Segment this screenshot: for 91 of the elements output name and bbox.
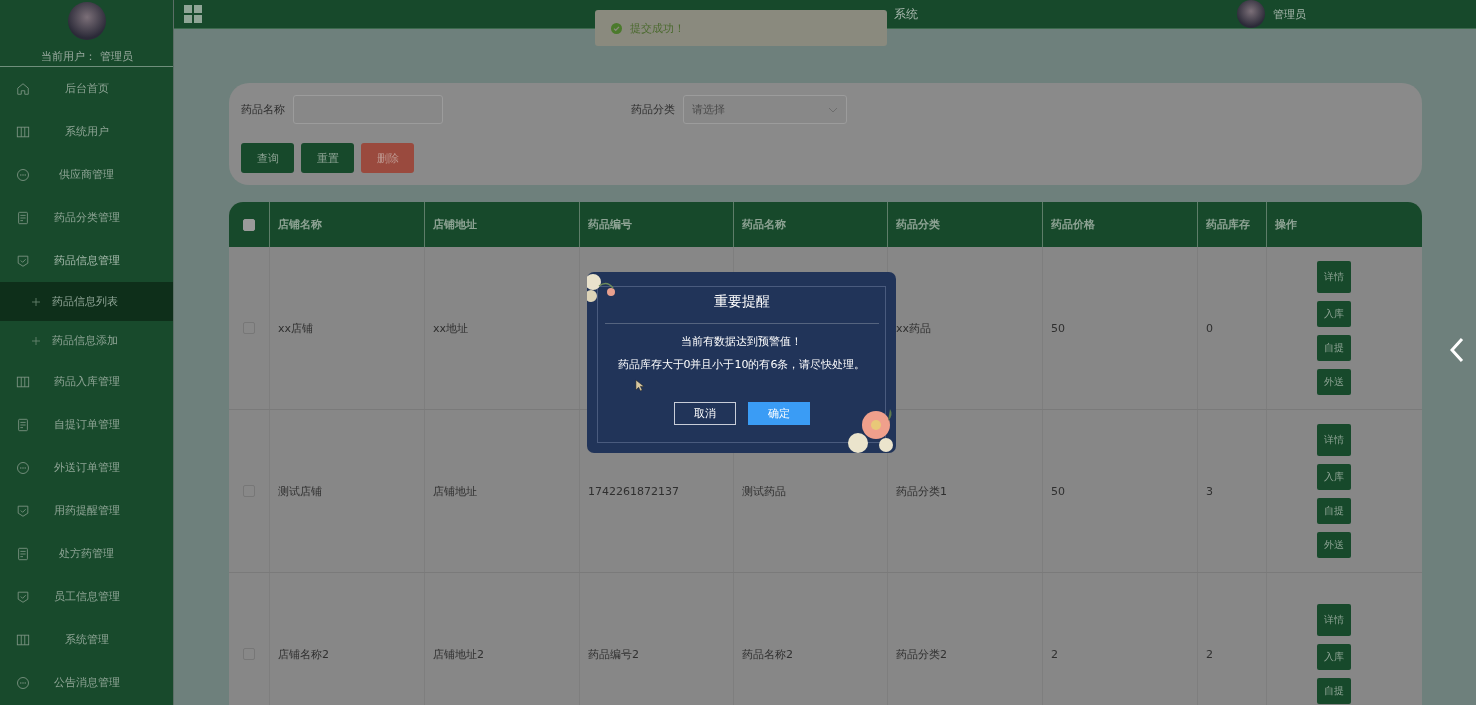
table-cell: 店铺地址2 [433, 646, 484, 662]
table-cell: 药品分类1 [896, 483, 947, 499]
table-cell: 50 [1051, 484, 1065, 498]
table-cell: 3 [1206, 484, 1213, 498]
column-header: 药品库存 [1197, 202, 1266, 247]
submenu-item[interactable]: 药品信息列表 [0, 282, 173, 321]
search-button[interactable]: 重置 [301, 143, 354, 173]
current-user-label: 当前用户： [40, 49, 96, 64]
field-label: 药品名称 [241, 102, 285, 117]
current-user-name: 管理员 [99, 49, 133, 64]
action-button[interactable]: 自提 [1317, 678, 1351, 704]
action-button[interactable]: 详情 [1317, 261, 1351, 293]
column-header: 操作 [1266, 202, 1421, 247]
table-cell: xx地址 [433, 320, 469, 336]
menu-item[interactable]: 公告消息管理 [0, 661, 173, 704]
menu-item[interactable]: 处方药管理 [0, 532, 173, 575]
chevron-down-icon [828, 106, 838, 113]
submenu-item[interactable]: 药品信息添加 [0, 321, 173, 360]
menu-item[interactable]: 药品分类管理 [0, 196, 173, 239]
menu-item[interactable]: 供应商管理 [0, 153, 173, 196]
home-icon [16, 81, 30, 96]
column-header: 药品名称 [733, 202, 887, 247]
menu-item[interactable]: 自提订单管理 [0, 403, 173, 446]
action-button[interactable]: 入库 [1317, 464, 1351, 490]
columns-icon [16, 632, 30, 647]
action-button[interactable]: 详情 [1317, 424, 1351, 456]
user-avatar[interactable] [1237, 0, 1265, 28]
chat-icon [16, 460, 30, 475]
table-cell: 测试店铺 [278, 483, 322, 499]
menu-item[interactable]: 系统管理 [0, 618, 173, 661]
action-button[interactable]: 外送 [1317, 369, 1351, 395]
menu-item[interactable]: 外送订单管理 [0, 446, 173, 489]
shield-icon [16, 589, 30, 604]
toast-message: 提交成功！ [630, 20, 685, 36]
shield-icon [16, 253, 30, 268]
app-title: 系统 [894, 5, 918, 23]
columns-icon [16, 374, 30, 389]
column-header: 药品分类 [887, 202, 1042, 247]
table-cell: 药品名称2 [742, 646, 793, 662]
chevron-left-icon[interactable] [1450, 337, 1464, 363]
dialog-message: 当前有数据达到预警值！ [681, 334, 802, 349]
dialog-message: 药品库存大于0并且小于10的有6条，请尽快处理。 [617, 357, 866, 372]
table-cell: 0 [1206, 321, 1213, 335]
menu-item[interactable]: 用药提醒管理 [0, 489, 173, 532]
table-cell: 店铺地址 [433, 483, 477, 499]
select-all-checkbox[interactable] [243, 218, 255, 231]
columns-icon [16, 124, 30, 139]
menu-item[interactable]: 员工信息管理 [0, 575, 173, 618]
column-header: 药品编号 [579, 202, 733, 247]
table-cell: 2 [1051, 647, 1058, 661]
table-cell: 测试药品 [742, 483, 786, 499]
grid-menu-icon[interactable] [184, 5, 202, 23]
field-label: 药品分类 [631, 102, 675, 117]
action-button[interactable]: 自提 [1317, 498, 1351, 524]
menu-item[interactable]: 药品入库管理 [0, 360, 173, 403]
table-cell: 1742261872137 [588, 484, 679, 498]
table-cell: xx店铺 [278, 320, 314, 336]
plus-icon [32, 297, 40, 306]
menu-item[interactable]: 系统用户 [0, 110, 173, 153]
search-button[interactable]: 查询 [241, 143, 294, 173]
table-cell: 2 [1206, 647, 1213, 661]
confirm-button[interactable]: 确定 [747, 402, 810, 425]
shield-icon [16, 503, 30, 518]
cancel-button[interactable]: 取消 [673, 402, 736, 425]
menu-item[interactable]: 后台首页 [0, 67, 173, 110]
action-button[interactable]: 自提 [1317, 335, 1351, 361]
action-button[interactable]: 入库 [1317, 644, 1351, 670]
table-cell: 药品分类2 [896, 646, 947, 662]
document-icon [16, 417, 30, 432]
user-name[interactable]: 管理员 [1273, 6, 1306, 22]
menu-item[interactable]: 药品信息管理 [0, 239, 173, 282]
column-header: 药品价格 [1042, 202, 1197, 247]
document-icon [16, 210, 30, 225]
table-cell: 药品编号2 [588, 646, 639, 662]
check-circle-icon [611, 22, 622, 34]
column-header: 店铺地址 [424, 202, 579, 247]
chat-icon [16, 167, 30, 182]
user-avatar [67, 2, 106, 40]
table-cell: 50 [1051, 321, 1065, 335]
chat-icon [16, 675, 30, 690]
action-button[interactable]: 入库 [1317, 301, 1351, 327]
dialog-title: 重要提醒 [713, 293, 770, 311]
table-cell: xx药品 [896, 320, 932, 336]
table-cell: 店铺名称2 [278, 646, 329, 662]
document-icon [16, 546, 30, 561]
delete-button[interactable]: 删除 [361, 143, 414, 173]
column-header: 店铺名称 [269, 202, 424, 247]
action-button[interactable]: 详情 [1317, 604, 1351, 636]
action-button[interactable]: 外送 [1317, 532, 1351, 558]
cursor-icon [635, 379, 644, 392]
plus-icon [32, 336, 40, 345]
